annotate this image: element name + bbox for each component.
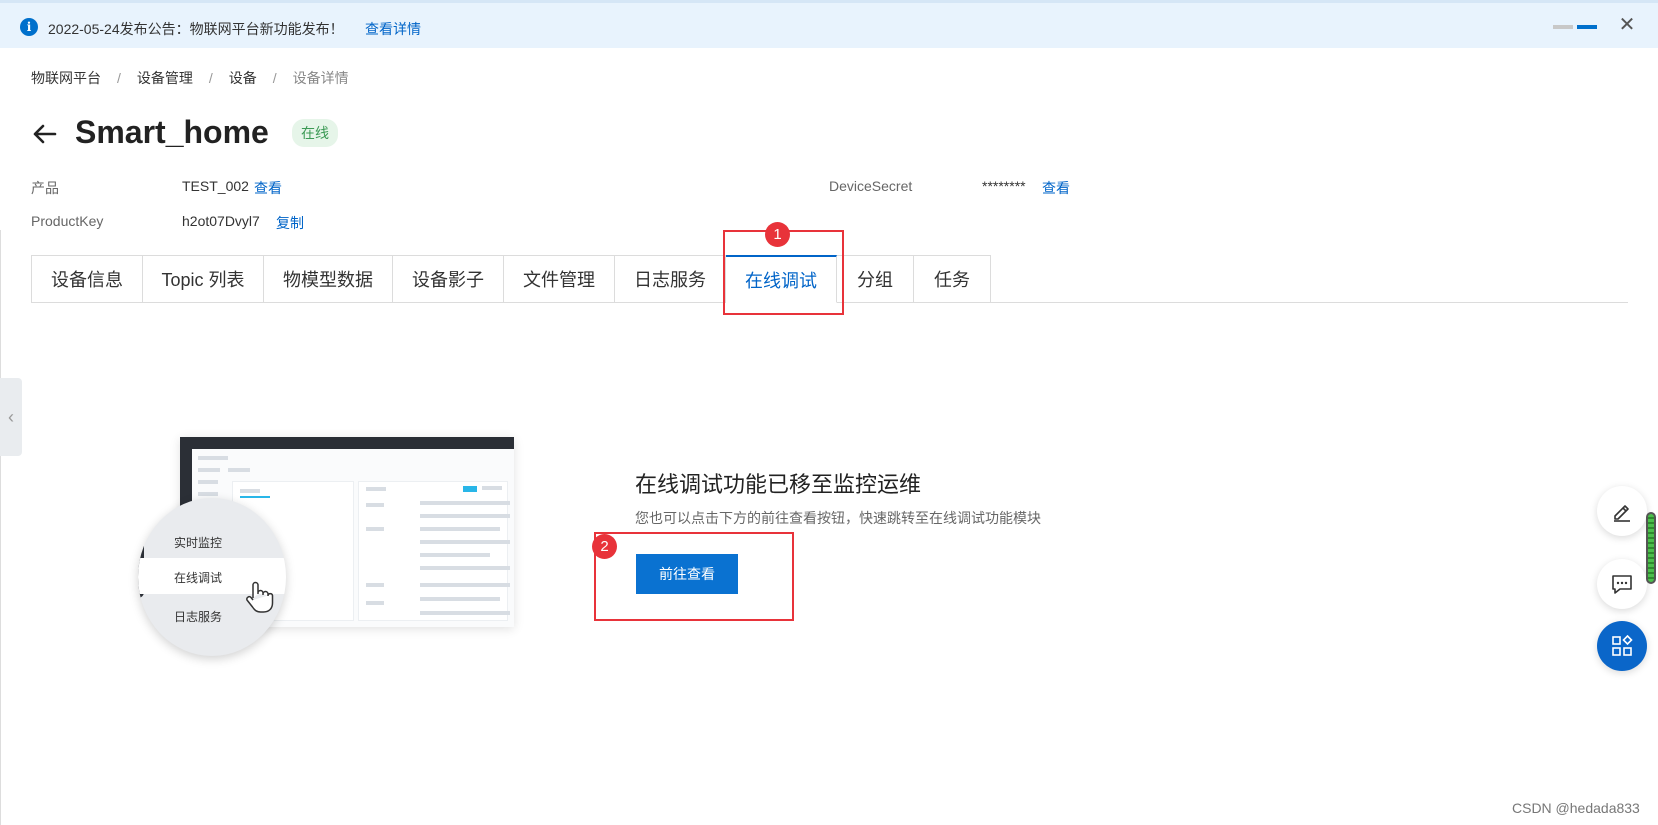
- migration-description: 您也可以点击下方的前往查看按钮，快速跳转至在线调试功能模块: [635, 510, 1041, 526]
- tab-task[interactable]: 任务: [914, 255, 991, 303]
- chat-icon: [1612, 575, 1632, 594]
- productkey-label: ProductKey: [31, 213, 104, 229]
- tab-bar: 设备信息 Topic 列表 物模型数据 设备影子 文件管理 日志服务 在线调试 …: [31, 255, 991, 303]
- annotation-number-1: 1: [765, 222, 790, 247]
- breadcrumb-separator: /: [208, 70, 213, 86]
- magnifier-menu-item: 实时监控: [174, 536, 223, 550]
- announcement-text: 2022-05-24发布公告：物联网平台新功能发布！: [48, 21, 344, 37]
- hand-pointer-icon: [246, 581, 274, 613]
- breadcrumb-item[interactable]: 设备: [229, 68, 257, 88]
- breadcrumb: 物联网平台 / 设备管理 / 设备 / 设备详情: [31, 68, 349, 88]
- breadcrumb-separator: /: [272, 70, 277, 86]
- product-label: 产品: [31, 180, 59, 196]
- edit-icon: [1614, 505, 1630, 522]
- info-icon: i: [20, 18, 38, 36]
- pager-dot[interactable]: [1553, 25, 1573, 29]
- productkey-value: h2ot07Dvyl7: [182, 213, 260, 229]
- apps-icon: [1612, 634, 1633, 656]
- chevron-left-icon: ‹: [8, 406, 14, 427]
- devicesecret-value: ********: [982, 178, 1026, 194]
- apps-float-button[interactable]: [1597, 621, 1647, 671]
- annotation-box-2: [594, 532, 794, 621]
- magnifier-menu-item: 日志服务: [174, 610, 223, 624]
- breadcrumb-current: 设备详情: [292, 70, 349, 86]
- devicesecret-view-link[interactable]: 查看: [1042, 178, 1070, 198]
- scrollbar-thumb[interactable]: [1646, 512, 1656, 584]
- edit-float-button[interactable]: [1597, 486, 1647, 536]
- breadcrumb-separator: /: [117, 70, 121, 86]
- close-icon[interactable]: ✕: [1617, 15, 1637, 35]
- migration-title: 在线调试功能已移至监控运维: [635, 472, 922, 497]
- left-divider: [0, 230, 1, 825]
- page-title: Smart_home: [75, 114, 269, 150]
- chat-float-button[interactable]: [1597, 559, 1647, 609]
- breadcrumb-item[interactable]: 物联网平台: [31, 68, 101, 88]
- breadcrumb-item[interactable]: 设备管理: [137, 68, 193, 88]
- annotation-number-2: 2: [592, 534, 617, 559]
- menu-magnifier: 实时监控 在线调试 日志服务: [138, 498, 286, 656]
- magnifier-menu-item-selected: 在线调试: [174, 571, 223, 585]
- pager-dot-active[interactable]: [1577, 25, 1597, 29]
- tab-device-shadow[interactable]: 设备影子: [393, 255, 504, 303]
- announcement-bar: i 2022-05-24发布公告：物联网平台新功能发布！ 查看详情 ✕: [0, 0, 1658, 48]
- productkey-copy-link[interactable]: 复制: [276, 213, 304, 233]
- tab-group[interactable]: 分组: [837, 255, 914, 303]
- sidebar-toggle[interactable]: ‹: [0, 378, 22, 456]
- tab-file-management[interactable]: 文件管理: [504, 255, 615, 303]
- devicesecret-label: DeviceSecret: [829, 178, 913, 194]
- tab-device-info[interactable]: 设备信息: [31, 255, 143, 303]
- product-value: TEST_002: [182, 178, 249, 194]
- back-arrow-icon[interactable]: [29, 118, 59, 148]
- tab-thing-model-data[interactable]: 物模型数据: [264, 255, 393, 303]
- status-badge: 在线: [292, 119, 338, 147]
- watermark: CSDN @hedada833: [1512, 800, 1640, 816]
- announcement-pager[interactable]: [1553, 25, 1597, 29]
- tab-topic-list[interactable]: Topic 列表: [143, 255, 264, 303]
- product-view-link[interactable]: 查看: [254, 178, 282, 198]
- tab-log-service[interactable]: 日志服务: [615, 255, 726, 303]
- announcement-link[interactable]: 查看详情: [365, 19, 421, 39]
